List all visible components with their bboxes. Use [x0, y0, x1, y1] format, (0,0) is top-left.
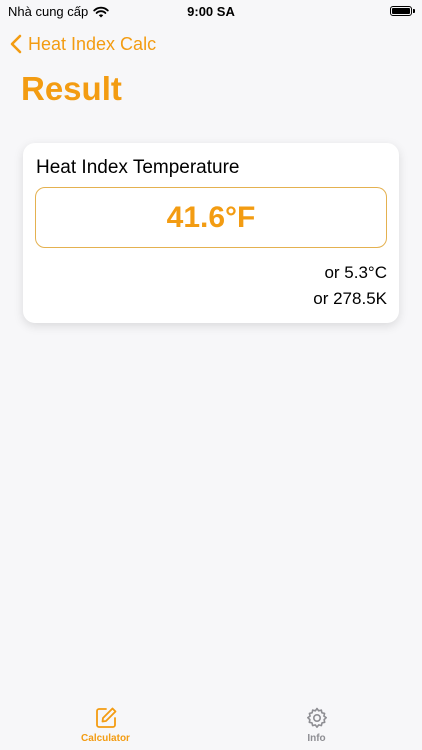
tab-calculator-label: Calculator: [81, 733, 130, 744]
status-bar: Nhà cung cấp 9:00 SA: [0, 0, 422, 26]
result-value: 41.6°F: [166, 200, 256, 234]
result-celsius: or 5.3°C: [324, 263, 387, 282]
chevron-left-icon: [10, 34, 22, 54]
tab-info[interactable]: Info: [211, 700, 422, 750]
back-button[interactable]: Heat Index Calc: [10, 30, 156, 58]
result-card: Heat Index Temperature 41.6°F or 5.3°C o…: [23, 143, 399, 323]
page-title: Result: [21, 70, 122, 107]
status-time: 9:00 SA: [187, 4, 235, 19]
tab-info-label: Info: [307, 733, 326, 744]
result-kelvin: or 278.5K: [313, 289, 387, 308]
tab-bar: Calculator Info: [0, 700, 422, 750]
result-label: Heat Index Temperature: [36, 157, 240, 178]
back-button-label: Heat Index Calc: [28, 33, 157, 54]
pencil-square-icon: [95, 707, 116, 728]
result-value-box: 41.6°F: [35, 187, 387, 248]
tab-calculator[interactable]: Calculator: [0, 700, 211, 750]
gear-icon: [306, 707, 327, 728]
battery-icon: [390, 6, 415, 16]
